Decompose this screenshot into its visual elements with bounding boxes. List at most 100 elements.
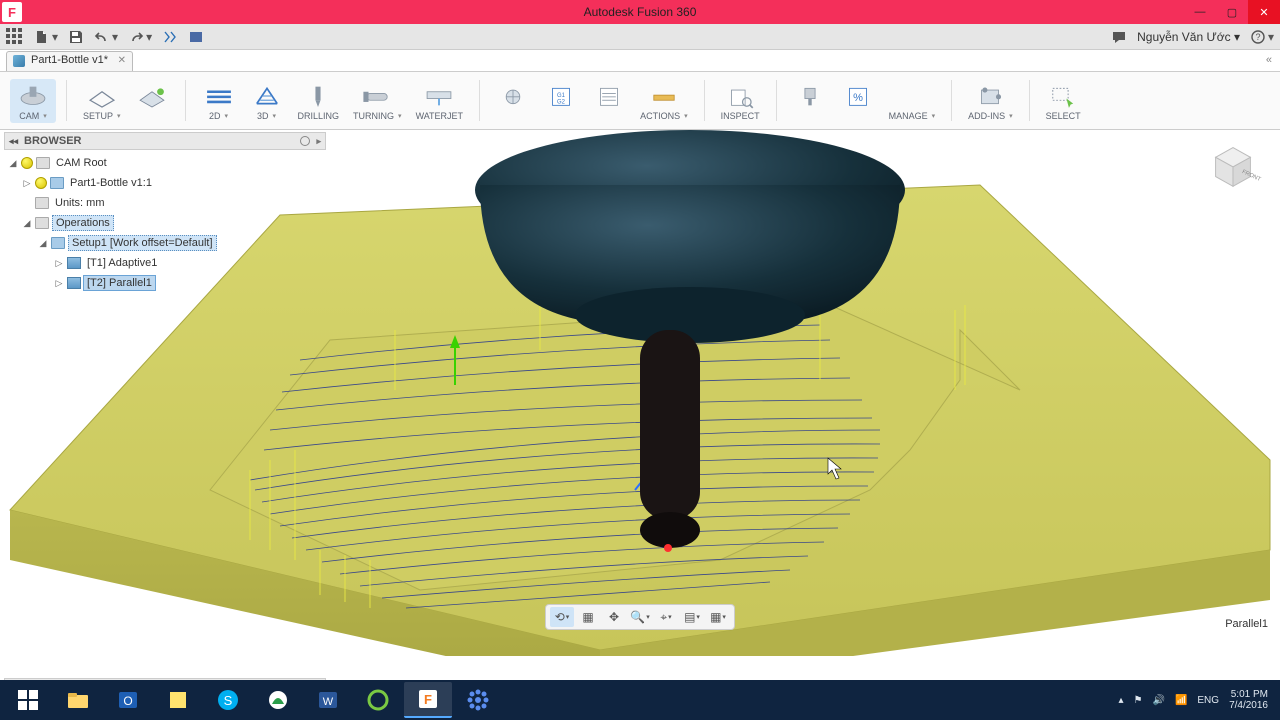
- taskbar-notes[interactable]: [154, 682, 202, 718]
- save-button[interactable]: [68, 29, 84, 45]
- tree-node-cam-root[interactable]: ◢ CAM Root: [4, 153, 326, 173]
- taskbar-app3[interactable]: [454, 682, 502, 718]
- start-button[interactable]: [4, 682, 52, 718]
- system-tray[interactable]: ▴ ⚑ 🔊 📶 ENG 5:01 PM7/4/2016: [1118, 689, 1276, 711]
- taskbar-skype[interactable]: S: [204, 682, 252, 718]
- tray-clock[interactable]: 5:01 PM7/4/2016: [1229, 689, 1268, 711]
- manage-percent-button[interactable]: %: [835, 79, 881, 123]
- expand-tabs-icon[interactable]: «: [1266, 54, 1272, 66]
- select-button[interactable]: SELECT: [1040, 79, 1087, 123]
- viewport-nav-toolbar: ⟲ ▦ ✥ 🔍 ⌖ ▤ ▦: [545, 604, 735, 630]
- window-titlebar: F Autodesk Fusion 360 — ▢ ✕: [0, 0, 1280, 24]
- setup-new-icon: [135, 81, 169, 111]
- 2d-button[interactable]: 2D: [196, 79, 242, 123]
- extension-icon[interactable]: [188, 29, 204, 45]
- tree-node-operations[interactable]: ◢ Operations: [4, 213, 326, 233]
- taskbar-app1[interactable]: [254, 682, 302, 718]
- cam-icon: [16, 81, 50, 111]
- document-tab[interactable]: Part1-Bottle v1* ✕: [6, 51, 133, 71]
- taskbar-outlook[interactable]: O: [104, 682, 152, 718]
- help-icon[interactable]: ?▾: [1250, 29, 1274, 45]
- browser-options-icon[interactable]: [300, 136, 310, 146]
- 3d-button[interactable]: 3D: [244, 79, 290, 123]
- document-tab-label: Part1-Bottle v1*: [31, 54, 108, 66]
- tool-library-icon: [793, 81, 827, 111]
- operation-icon: [67, 257, 81, 269]
- manage-tools-button[interactable]: [787, 79, 833, 123]
- tree-node-part[interactable]: ▷ Part1-Bottle v1:1: [4, 173, 326, 193]
- file-menu-button[interactable]: ▾: [34, 29, 58, 45]
- tree-node-setup1[interactable]: ◢ Setup1 [Work offset=Default]: [4, 233, 326, 253]
- tray-chevron-icon[interactable]: ▴: [1118, 695, 1123, 706]
- app-grid-icon[interactable]: [6, 28, 24, 46]
- tree-node-adaptive1[interactable]: ▷ [T1] Adaptive1: [4, 253, 326, 273]
- waterjet-button[interactable]: WATERJET: [410, 79, 470, 123]
- close-tab-icon[interactable]: ✕: [118, 55, 126, 66]
- svg-text:O: O: [123, 694, 132, 708]
- script-icon[interactable]: [162, 29, 178, 45]
- actions-menu-button[interactable]: ACTIONS: [634, 79, 694, 123]
- svg-text:G2: G2: [557, 99, 565, 105]
- workspace-cam-button[interactable]: CAM: [10, 79, 56, 123]
- actions-sheet-button[interactable]: [586, 79, 632, 123]
- pan-button[interactable]: ✥: [602, 607, 626, 627]
- notification-icon[interactable]: [1111, 29, 1127, 45]
- setup-button[interactable]: SETUP: [77, 79, 127, 123]
- undo-button[interactable]: ▾: [94, 29, 118, 45]
- inspect-icon: [723, 81, 757, 111]
- window-title: Autodesk Fusion 360: [584, 5, 697, 19]
- tray-flag-icon[interactable]: ⚑: [1134, 695, 1143, 706]
- actions-generate-button[interactable]: [490, 79, 536, 123]
- window-close-button[interactable]: ✕: [1248, 0, 1280, 24]
- orbit-button[interactable]: ⟲: [550, 607, 574, 627]
- grid-button[interactable]: ▦: [706, 607, 730, 627]
- select-icon: [1046, 81, 1080, 111]
- setup-icon: [85, 81, 119, 111]
- drilling-icon: [301, 81, 335, 111]
- visibility-bulb-icon[interactable]: [21, 157, 33, 169]
- operation-icon: [67, 277, 81, 289]
- setup-new-button[interactable]: [129, 79, 175, 123]
- setup-icon: [51, 237, 65, 249]
- actions-icon: [647, 81, 681, 111]
- window-minimize-button[interactable]: —: [1184, 0, 1216, 24]
- taskbar-word[interactable]: W: [304, 682, 352, 718]
- component-icon: [50, 177, 64, 189]
- tray-volume-icon[interactable]: 🔊: [1152, 695, 1164, 706]
- post-library-icon: %: [841, 81, 875, 111]
- tree-node-parallel1[interactable]: ▷ [T2] Parallel1: [4, 273, 326, 293]
- browser-header[interactable]: ◂◂ BROWSER ▸: [4, 132, 326, 150]
- taskbar-fusion360[interactable]: F: [404, 682, 452, 718]
- main-area: FRONT ◂◂ BROWSER ▸ ◢ CAM Root ▷ Part1-Bo…: [0, 130, 1280, 656]
- taskbar-explorer[interactable]: [54, 682, 102, 718]
- 2d-icon: [202, 81, 236, 111]
- browser-panel: ◂◂ BROWSER ▸ ◢ CAM Root ▷ Part1-Bottle v…: [4, 132, 326, 296]
- visibility-bulb-icon[interactable]: [35, 177, 47, 189]
- svg-text:G1: G1: [557, 92, 566, 98]
- tray-lang[interactable]: ENG: [1197, 695, 1219, 706]
- fit-button[interactable]: ⌖: [654, 607, 678, 627]
- drilling-button[interactable]: DRILLING: [292, 79, 346, 123]
- turning-button[interactable]: TURNING: [347, 79, 408, 123]
- tree-node-units[interactable]: Units: mm: [4, 193, 326, 213]
- document-tab-icon: [13, 55, 25, 67]
- folder-icon: [35, 217, 49, 229]
- window-maximize-button[interactable]: ▢: [1216, 0, 1248, 24]
- redo-button[interactable]: ▾: [128, 29, 152, 45]
- addins-button[interactable]: ADD-INS: [962, 79, 1019, 123]
- turning-icon: [360, 81, 394, 111]
- waterjet-icon: [422, 81, 456, 111]
- units-icon: [35, 197, 49, 209]
- actions-gcode-button[interactable]: G1G2: [538, 79, 584, 123]
- display-button[interactable]: ▤: [680, 607, 704, 627]
- windows-taskbar: O S W F ▴ ⚑ 🔊 📶 ENG 5:01 PM7/4/2016: [0, 680, 1280, 720]
- inspect-button[interactable]: INSPECT: [715, 79, 766, 123]
- taskbar-app2[interactable]: [354, 682, 402, 718]
- viewcube[interactable]: FRONT: [1204, 136, 1262, 194]
- zoom-button[interactable]: 🔍: [628, 607, 652, 627]
- manage-menu-button[interactable]: MANAGE: [883, 79, 942, 123]
- user-menu[interactable]: Nguyễn Văn Ước ▾: [1137, 30, 1240, 44]
- tray-network-icon[interactable]: 📶: [1175, 695, 1187, 706]
- ribbon-toolbar: CAM SETUP 2D 3D DRILLING TURNING: [0, 72, 1280, 130]
- look-at-button[interactable]: ▦: [576, 607, 600, 627]
